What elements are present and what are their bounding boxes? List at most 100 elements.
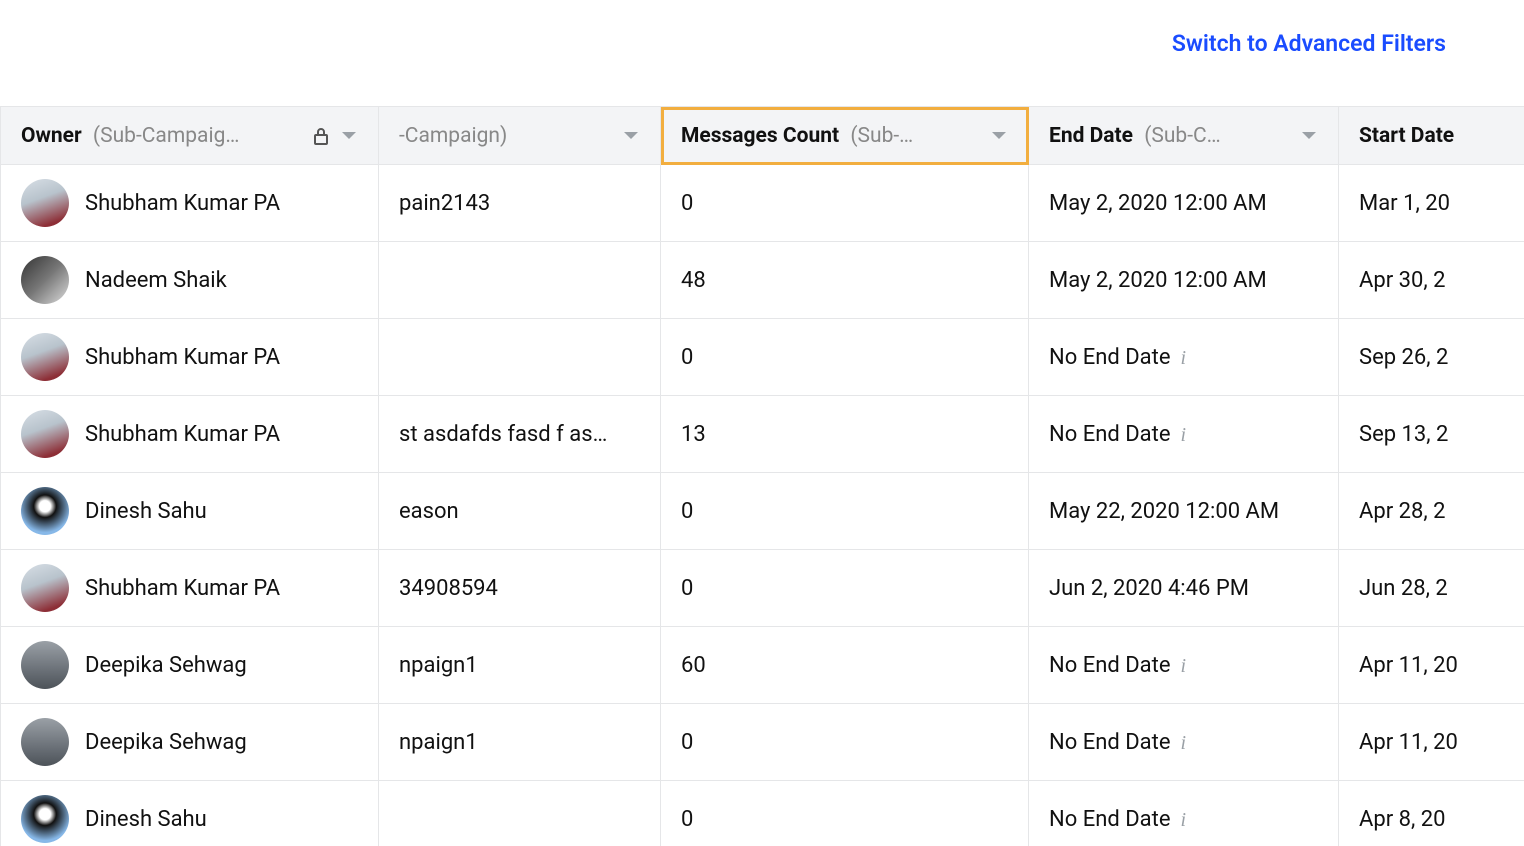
column-sublabel: (Sub-Campaig… <box>93 124 240 148</box>
column-header-messages[interactable]: Messages Count (Sub-… <box>661 107 1029 165</box>
end-date-text: No End Date <box>1049 422 1170 447</box>
cell-messages: 60 <box>661 627 1029 704</box>
column-sublabel: (Sub-C… <box>1144 124 1221 148</box>
caret-down-icon <box>340 130 358 142</box>
cell-messages: 0 <box>661 319 1029 396</box>
owner-name: Shubham Kumar PA <box>85 191 280 216</box>
cell-start-date: Apr 11, 20 <box>1339 627 1524 704</box>
cell-messages: 13 <box>661 396 1029 473</box>
end-date-text: No End Date <box>1049 345 1170 370</box>
cell-end-date: No End Date i <box>1029 319 1339 396</box>
column-header-start-date[interactable]: Start Date <box>1339 107 1524 165</box>
column-label: Start Date <box>1359 124 1454 148</box>
cell-owner: Deepika Sehwag <box>1 627 379 704</box>
cell-owner: Nadeem Shaik <box>1 242 379 319</box>
cell-messages: 0 <box>661 473 1029 550</box>
table-row[interactable]: Shubham Kumar PA349085940Jun 2, 2020 4:4… <box>1 550 1524 627</box>
cell-campaign: eason <box>379 473 661 550</box>
avatar <box>21 641 69 689</box>
cell-start-date: Apr 8, 20 <box>1339 781 1524 846</box>
cell-start-date: Apr 28, 2 <box>1339 473 1524 550</box>
cell-start-date: Sep 26, 2 <box>1339 319 1524 396</box>
table-row[interactable]: Dinesh Sahu 0 No End Date i Apr 8, 20 <box>1 781 1524 846</box>
table-header-row: Owner (Sub-Campaig… -Campaign) <box>1 107 1524 165</box>
caret-down-icon <box>622 130 640 142</box>
table-container: Owner (Sub-Campaig… -Campaign) <box>0 106 1524 846</box>
avatar <box>21 487 69 535</box>
lock-icon <box>312 126 330 146</box>
cell-owner: Shubham Kumar PA <box>1 319 379 396</box>
advanced-filters-link[interactable]: Switch to Advanced Filters <box>1172 30 1446 57</box>
owner-name: Dinesh Sahu <box>85 807 207 832</box>
info-icon[interactable]: i <box>1180 424 1186 446</box>
cell-end-date: No End Date i <box>1029 781 1339 846</box>
cell-messages: 0 <box>661 165 1029 242</box>
caret-down-icon <box>990 130 1008 142</box>
avatar <box>21 718 69 766</box>
column-header-owner[interactable]: Owner (Sub-Campaig… <box>1 107 379 165</box>
cell-owner: Deepika Sehwag <box>1 704 379 781</box>
caret-down-icon <box>1300 130 1318 142</box>
cell-start-date: Apr 30, 2 <box>1339 242 1524 319</box>
cell-start-date: Sep 13, 2 <box>1339 396 1524 473</box>
cell-end-date: May 22, 2020 12:00 AM <box>1029 473 1339 550</box>
cell-campaign <box>379 781 661 846</box>
cell-end-date: May 2, 2020 12:00 AM <box>1029 165 1339 242</box>
table-row[interactable]: Deepika Sehwag npaign160 No End Date i Apr 1… <box>1 627 1524 704</box>
table-row[interactable]: Shubham Kumar PA pain21430 May 2, 2020 12:… <box>1 165 1524 242</box>
cell-end-date: No End Date i <box>1029 704 1339 781</box>
cell-campaign <box>379 242 661 319</box>
owner-name: Deepika Sehwag <box>85 730 247 755</box>
cell-end-date: No End Date i <box>1029 396 1339 473</box>
avatar <box>21 256 69 304</box>
end-date-text: May 2, 2020 12:00 AM <box>1049 268 1267 293</box>
campaign-table: Owner (Sub-Campaig… -Campaign) <box>0 106 1524 846</box>
column-header-end-date[interactable]: End Date (Sub-C… <box>1029 107 1339 165</box>
cell-campaign: pain2143 <box>379 165 661 242</box>
table-row[interactable]: Dinesh Sahu eason0May 22, 2020 12:00 AMAp… <box>1 473 1524 550</box>
column-label: Owner <box>21 124 82 148</box>
cell-start-date: Apr 11, 20 <box>1339 704 1524 781</box>
column-label: Messages Count <box>681 124 839 148</box>
column-label: End Date <box>1049 124 1133 148</box>
avatar <box>21 179 69 227</box>
end-date-text: No End Date <box>1049 730 1170 755</box>
cell-owner: Shubham Kumar PA <box>1 396 379 473</box>
owner-name: Deepika Sehwag <box>85 653 247 678</box>
table-row[interactable]: Shubham Kumar PA 0 No End Date i Sep 26, 2 <box>1 319 1524 396</box>
cell-owner: Shubham Kumar PA <box>1 165 379 242</box>
owner-name: Shubham Kumar PA <box>85 576 280 601</box>
cell-start-date: Jun 28, 2 <box>1339 550 1524 627</box>
column-sublabel: (Sub-… <box>850 124 913 148</box>
info-icon[interactable]: i <box>1180 347 1186 369</box>
cell-messages: 0 <box>661 704 1029 781</box>
avatar <box>21 410 69 458</box>
table-row[interactable]: Nadeem Shaik 48 May 2, 2020 12:00 AM Apr 30… <box>1 242 1524 319</box>
avatar <box>21 795 69 843</box>
cell-end-date: May 2, 2020 12:00 AM <box>1029 242 1339 319</box>
info-icon[interactable]: i <box>1180 732 1186 754</box>
owner-name: Nadeem Shaik <box>85 268 227 293</box>
cell-start-date: Mar 1, 20 <box>1339 165 1524 242</box>
cell-owner: Dinesh Sahu <box>1 781 379 846</box>
info-icon[interactable]: i <box>1180 655 1186 677</box>
info-icon[interactable]: i <box>1180 809 1186 831</box>
owner-name: Dinesh Sahu <box>85 499 207 524</box>
cell-campaign <box>379 319 661 396</box>
end-date-text: No End Date <box>1049 653 1170 678</box>
column-header-campaign[interactable]: -Campaign) <box>379 107 661 165</box>
cell-campaign: 34908594 <box>379 550 661 627</box>
end-date-text: No End Date <box>1049 807 1170 832</box>
column-sublabel: -Campaign) <box>399 124 507 148</box>
cell-messages: 48 <box>661 242 1029 319</box>
avatar <box>21 564 69 612</box>
cell-messages: 0 <box>661 781 1029 846</box>
owner-name: Shubham Kumar PA <box>85 345 280 370</box>
table-row[interactable]: Deepika Sehwagnpaign10No End DateiApr 11… <box>1 704 1524 781</box>
end-date-text: May 2, 2020 12:00 AM <box>1049 191 1267 216</box>
table-row[interactable]: Shubham Kumar PAst asdafds fasd f as…13N… <box>1 396 1524 473</box>
cell-campaign: npaign1 <box>379 627 661 704</box>
cell-messages: 0 <box>661 550 1029 627</box>
avatar <box>21 333 69 381</box>
cell-owner: Shubham Kumar PA <box>1 550 379 627</box>
